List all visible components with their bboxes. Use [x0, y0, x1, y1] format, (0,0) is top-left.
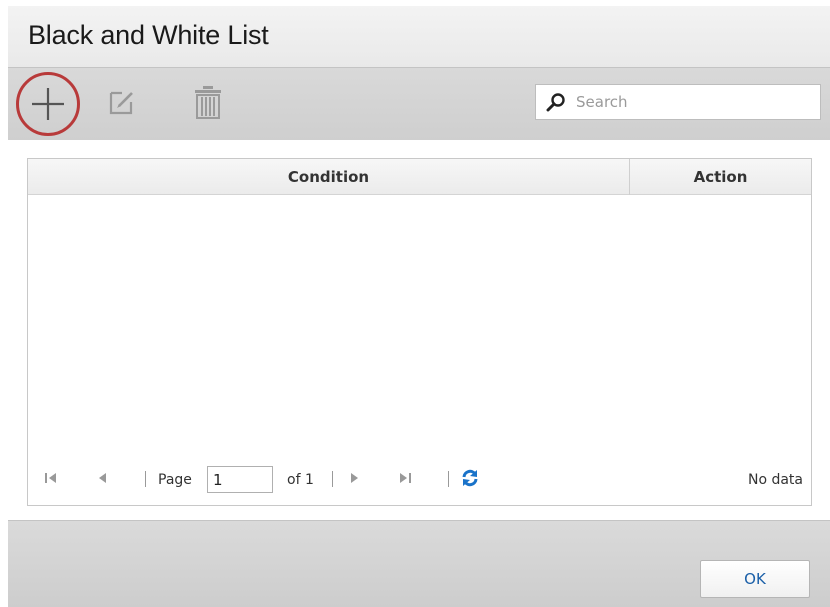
pager-status: No data — [747, 472, 803, 488]
trash-icon — [195, 86, 221, 119]
page-number-input[interactable] — [207, 466, 273, 493]
black-white-list-dialog: Black and White List Search Condition Ac… — [8, 6, 830, 607]
column-header-action[interactable]: Action — [630, 159, 811, 195]
refresh-button[interactable] — [459, 467, 481, 489]
pager-separator — [145, 471, 146, 487]
last-page-icon — [400, 473, 411, 483]
last-page-button[interactable] — [396, 469, 414, 487]
search-icon — [546, 93, 565, 112]
next-page-button[interactable] — [345, 469, 363, 487]
refresh-icon — [462, 469, 478, 487]
dialog-title: Black and White List — [28, 20, 269, 50]
search-box — [535, 84, 821, 120]
page-count-label: of 1 — [287, 472, 314, 488]
first-page-icon — [45, 473, 56, 483]
pager: Page of 1 — [28, 455, 811, 505]
delete-button[interactable] — [192, 84, 224, 120]
toolbar — [8, 67, 830, 140]
page-label: Page — [158, 472, 192, 488]
rules-grid: Condition Action Page 1 of 1 No data — [27, 158, 812, 506]
dialog-title-bar: Black and White List — [8, 6, 830, 67]
dialog-footer: OK — [8, 520, 830, 607]
previous-page-icon — [99, 473, 106, 483]
edit-icon — [109, 91, 133, 115]
add-button[interactable] — [16, 72, 80, 136]
content-area: Condition Action Page 1 of 1 No data — [8, 140, 830, 520]
next-page-icon — [351, 473, 358, 483]
first-page-button[interactable] — [42, 469, 60, 487]
previous-page-button[interactable] — [94, 469, 112, 487]
plus-icon — [32, 88, 64, 120]
pager-separator — [448, 471, 449, 487]
column-header-condition[interactable]: Condition — [28, 159, 630, 195]
ok-button[interactable]: OK — [700, 560, 810, 598]
grid-header: Condition Action — [28, 159, 811, 195]
edit-button[interactable] — [106, 86, 138, 118]
grid-body — [28, 195, 811, 435]
search-input[interactable] — [576, 89, 814, 115]
pager-separator — [332, 471, 333, 487]
